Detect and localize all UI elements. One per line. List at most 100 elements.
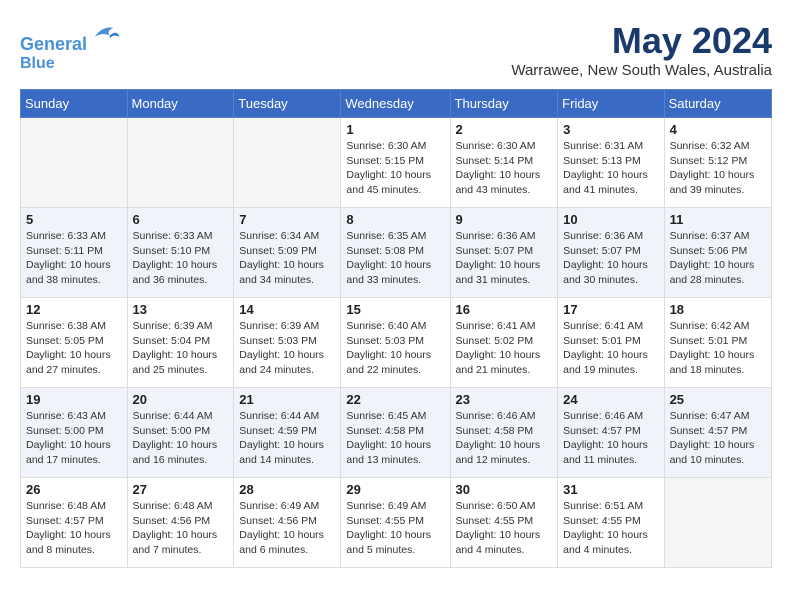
calendar-empty-cell: [127, 118, 234, 208]
day-number: 22: [346, 392, 444, 407]
sunset-text: Sunset: 5:08 PM: [346, 245, 424, 257]
daylight-text: Daylight: 10 hours and 21 minutes.: [456, 349, 541, 376]
day-info: Sunrise: 6:46 AM Sunset: 4:57 PM Dayligh…: [563, 409, 658, 468]
day-number: 19: [26, 392, 122, 407]
sunset-text: Sunset: 5:07 PM: [563, 245, 641, 257]
sunrise-text: Sunrise: 6:33 AM: [133, 230, 213, 242]
calendar-day-4: 4 Sunrise: 6:32 AM Sunset: 5:12 PM Dayli…: [664, 118, 771, 208]
day-number: 28: [239, 482, 335, 497]
day-number: 6: [133, 212, 229, 227]
logo-text: General: [20, 20, 121, 55]
calendar-day-9: 9 Sunrise: 6:36 AM Sunset: 5:07 PM Dayli…: [450, 208, 558, 298]
sunrise-text: Sunrise: 6:48 AM: [133, 500, 213, 512]
weekday-header-row: SundayMondayTuesdayWednesdayThursdayFrid…: [21, 90, 772, 118]
logo-bird-icon: [91, 20, 121, 50]
sunrise-text: Sunrise: 6:33 AM: [26, 230, 106, 242]
sunset-text: Sunset: 4:55 PM: [456, 515, 534, 527]
calendar-day-12: 12 Sunrise: 6:38 AM Sunset: 5:05 PM Dayl…: [21, 298, 128, 388]
calendar-day-2: 2 Sunrise: 6:30 AM Sunset: 5:14 PM Dayli…: [450, 118, 558, 208]
daylight-text: Daylight: 10 hours and 7 minutes.: [133, 529, 218, 556]
day-number: 31: [563, 482, 658, 497]
location: Warrawee, New South Wales, Australia: [511, 62, 772, 79]
sunset-text: Sunset: 4:56 PM: [239, 515, 317, 527]
daylight-text: Daylight: 10 hours and 19 minutes.: [563, 349, 648, 376]
sunset-text: Sunset: 5:11 PM: [26, 245, 103, 257]
calendar-day-5: 5 Sunrise: 6:33 AM Sunset: 5:11 PM Dayli…: [21, 208, 128, 298]
day-info: Sunrise: 6:42 AM Sunset: 5:01 PM Dayligh…: [670, 319, 766, 378]
calendar-day-13: 13 Sunrise: 6:39 AM Sunset: 5:04 PM Dayl…: [127, 298, 234, 388]
daylight-text: Daylight: 10 hours and 28 minutes.: [670, 259, 755, 286]
calendar-day-21: 21 Sunrise: 6:44 AM Sunset: 4:59 PM Dayl…: [234, 388, 341, 478]
sunset-text: Sunset: 4:56 PM: [133, 515, 211, 527]
sunset-text: Sunset: 5:03 PM: [239, 335, 317, 347]
sunrise-text: Sunrise: 6:50 AM: [456, 500, 536, 512]
day-info: Sunrise: 6:48 AM Sunset: 4:56 PM Dayligh…: [133, 499, 229, 558]
sunrise-text: Sunrise: 6:30 AM: [456, 140, 536, 152]
day-number: 10: [563, 212, 658, 227]
day-info: Sunrise: 6:31 AM Sunset: 5:13 PM Dayligh…: [563, 139, 658, 198]
sunrise-text: Sunrise: 6:35 AM: [346, 230, 426, 242]
day-info: Sunrise: 6:33 AM Sunset: 5:10 PM Dayligh…: [133, 229, 229, 288]
weekday-header-saturday: Saturday: [664, 90, 771, 118]
daylight-text: Daylight: 10 hours and 8 minutes.: [26, 529, 111, 556]
day-info: Sunrise: 6:44 AM Sunset: 5:00 PM Dayligh…: [133, 409, 229, 468]
sunrise-text: Sunrise: 6:30 AM: [346, 140, 426, 152]
sunset-text: Sunset: 5:15 PM: [346, 155, 424, 167]
day-info: Sunrise: 6:45 AM Sunset: 4:58 PM Dayligh…: [346, 409, 444, 468]
day-info: Sunrise: 6:40 AM Sunset: 5:03 PM Dayligh…: [346, 319, 444, 378]
sunset-text: Sunset: 5:00 PM: [26, 425, 104, 437]
day-number: 13: [133, 302, 229, 317]
weekday-header-tuesday: Tuesday: [234, 90, 341, 118]
day-number: 7: [239, 212, 335, 227]
day-info: Sunrise: 6:50 AM Sunset: 4:55 PM Dayligh…: [456, 499, 553, 558]
sunset-text: Sunset: 4:57 PM: [563, 425, 641, 437]
calendar-week-row: 19 Sunrise: 6:43 AM Sunset: 5:00 PM Dayl…: [21, 388, 772, 478]
daylight-text: Daylight: 10 hours and 41 minutes.: [563, 169, 648, 196]
day-number: 29: [346, 482, 444, 497]
sunset-text: Sunset: 5:06 PM: [670, 245, 748, 257]
daylight-text: Daylight: 10 hours and 25 minutes.: [133, 349, 218, 376]
sunrise-text: Sunrise: 6:31 AM: [563, 140, 643, 152]
calendar-day-22: 22 Sunrise: 6:45 AM Sunset: 4:58 PM Dayl…: [341, 388, 450, 478]
day-number: 3: [563, 122, 658, 137]
sunrise-text: Sunrise: 6:49 AM: [346, 500, 426, 512]
sunrise-text: Sunrise: 6:41 AM: [456, 320, 536, 332]
daylight-text: Daylight: 10 hours and 6 minutes.: [239, 529, 324, 556]
sunrise-text: Sunrise: 6:46 AM: [456, 410, 536, 422]
day-number: 24: [563, 392, 658, 407]
sunset-text: Sunset: 5:14 PM: [456, 155, 534, 167]
calendar-day-19: 19 Sunrise: 6:43 AM Sunset: 5:00 PM Dayl…: [21, 388, 128, 478]
day-info: Sunrise: 6:43 AM Sunset: 5:00 PM Dayligh…: [26, 409, 122, 468]
sunset-text: Sunset: 4:55 PM: [563, 515, 641, 527]
sunrise-text: Sunrise: 6:48 AM: [26, 500, 106, 512]
logo-subtext: Blue: [20, 55, 121, 73]
day-info: Sunrise: 6:47 AM Sunset: 4:57 PM Dayligh…: [670, 409, 766, 468]
day-info: Sunrise: 6:41 AM Sunset: 5:01 PM Dayligh…: [563, 319, 658, 378]
daylight-text: Daylight: 10 hours and 16 minutes.: [133, 439, 218, 466]
day-info: Sunrise: 6:44 AM Sunset: 4:59 PM Dayligh…: [239, 409, 335, 468]
sunrise-text: Sunrise: 6:51 AM: [563, 500, 643, 512]
day-info: Sunrise: 6:49 AM Sunset: 4:55 PM Dayligh…: [346, 499, 444, 558]
weekday-header-thursday: Thursday: [450, 90, 558, 118]
sunrise-text: Sunrise: 6:39 AM: [239, 320, 319, 332]
calendar-day-1: 1 Sunrise: 6:30 AM Sunset: 5:15 PM Dayli…: [341, 118, 450, 208]
weekday-header-friday: Friday: [558, 90, 664, 118]
sunrise-text: Sunrise: 6:37 AM: [670, 230, 750, 242]
weekday-header-wednesday: Wednesday: [341, 90, 450, 118]
day-info: Sunrise: 6:49 AM Sunset: 4:56 PM Dayligh…: [239, 499, 335, 558]
day-number: 23: [456, 392, 553, 407]
calendar-day-28: 28 Sunrise: 6:49 AM Sunset: 4:56 PM Dayl…: [234, 478, 341, 568]
daylight-text: Daylight: 10 hours and 43 minutes.: [456, 169, 541, 196]
calendar-week-row: 5 Sunrise: 6:33 AM Sunset: 5:11 PM Dayli…: [21, 208, 772, 298]
daylight-text: Daylight: 10 hours and 5 minutes.: [346, 529, 431, 556]
calendar-week-row: 12 Sunrise: 6:38 AM Sunset: 5:05 PM Dayl…: [21, 298, 772, 388]
daylight-text: Daylight: 10 hours and 34 minutes.: [239, 259, 324, 286]
day-info: Sunrise: 6:36 AM Sunset: 5:07 PM Dayligh…: [563, 229, 658, 288]
weekday-header-monday: Monday: [127, 90, 234, 118]
day-number: 25: [670, 392, 766, 407]
sunset-text: Sunset: 4:58 PM: [346, 425, 424, 437]
daylight-text: Daylight: 10 hours and 30 minutes.: [563, 259, 648, 286]
calendar-day-24: 24 Sunrise: 6:46 AM Sunset: 4:57 PM Dayl…: [558, 388, 664, 478]
day-number: 14: [239, 302, 335, 317]
daylight-text: Daylight: 10 hours and 10 minutes.: [670, 439, 755, 466]
